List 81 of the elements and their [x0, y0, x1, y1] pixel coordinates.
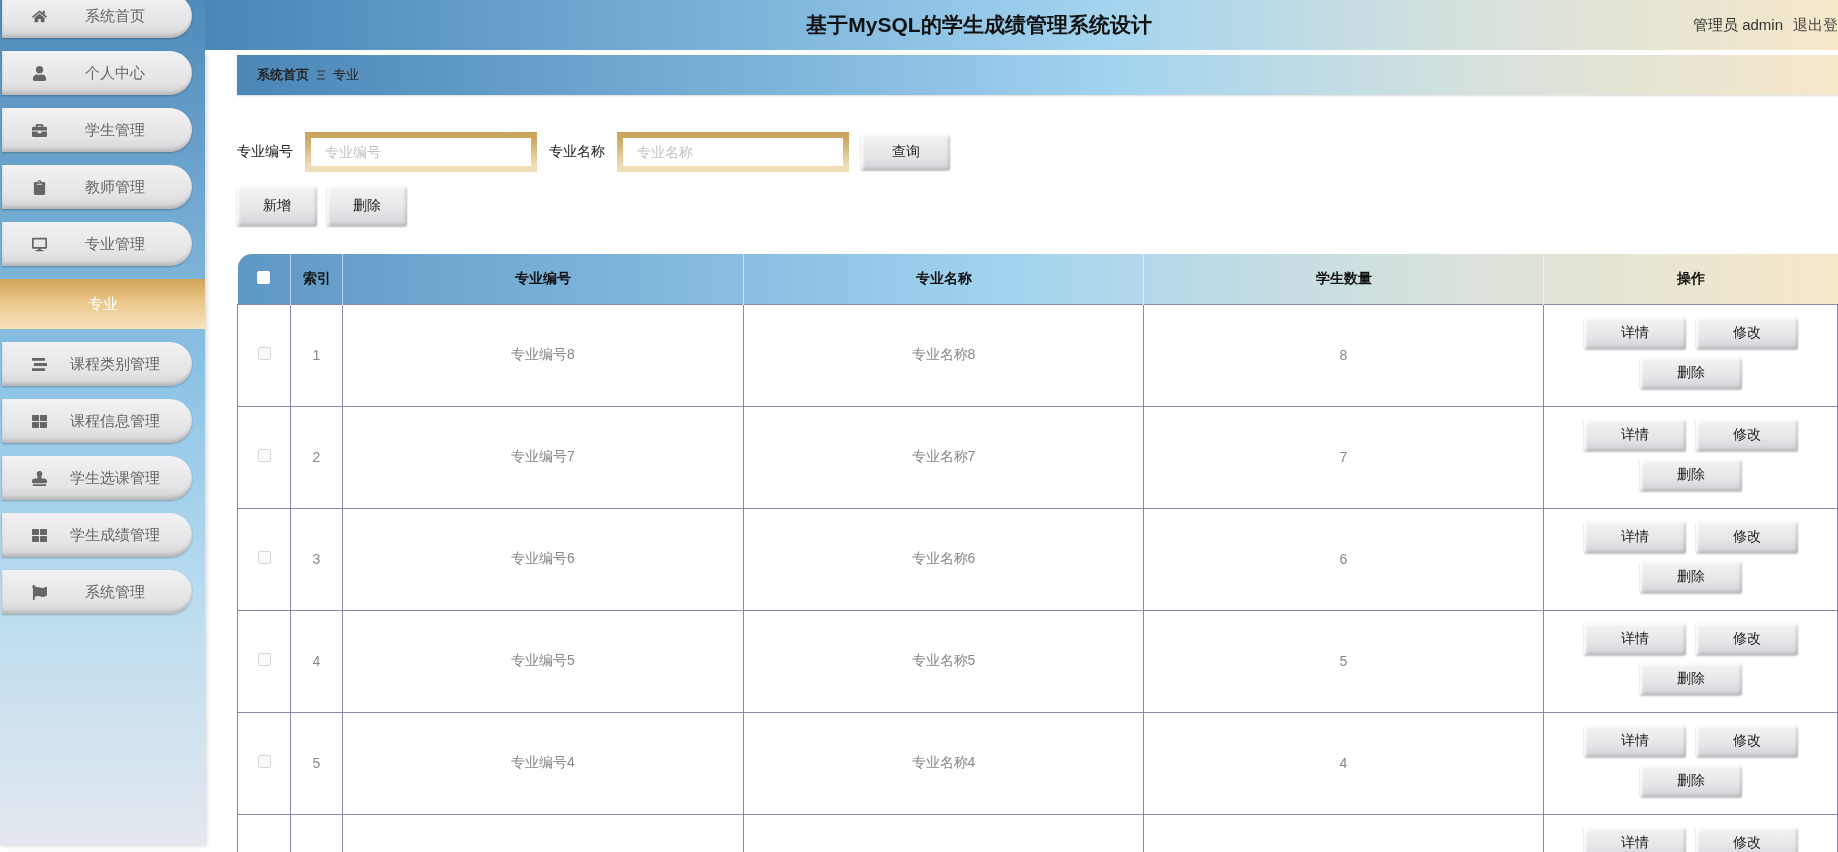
delete-button[interactable]: 删除 [1639, 662, 1742, 695]
clipboard-icon [32, 179, 47, 195]
breadcrumb-current: 专业 [333, 66, 359, 84]
grid-icon [32, 413, 47, 429]
separator-icon [317, 70, 325, 80]
home-icon [32, 8, 47, 24]
sidebar-item[interactable]: 学生管理 [2, 108, 192, 152]
code-cell: 专业编号5 [511, 652, 575, 668]
edit-button[interactable]: 修改 [1695, 316, 1798, 349]
sidebar-item[interactable]: 系统管理 [2, 570, 192, 614]
code-cell: 专业编号6 [511, 550, 575, 566]
name-cell: 专业名称6 [911, 550, 976, 566]
delete-button[interactable]: 删除 [1639, 560, 1742, 593]
code-cell: 专业编号8 [511, 346, 575, 362]
edit-button[interactable]: 修改 [1695, 520, 1798, 553]
filter-input[interactable]: 专业名称 [617, 132, 849, 172]
sidebar-item[interactable]: 学生选课管理 [2, 456, 192, 500]
row-checkbox[interactable] [257, 449, 271, 462]
name-cell: 专业名称4 [911, 754, 976, 770]
detail-button[interactable]: 详情 [1583, 316, 1686, 349]
user-label: 管理员 admin [1692, 15, 1783, 35]
column-header: 专业编号 [342, 254, 744, 304]
monitor-icon [32, 236, 47, 252]
name-cell: 专业名称8 [911, 346, 976, 362]
stamp-icon [32, 470, 47, 486]
delete-button[interactable]: 删除 [327, 186, 407, 226]
row-checkbox[interactable] [257, 551, 271, 564]
name-cell: 专业名称5 [911, 652, 976, 668]
grid-icon [32, 527, 47, 543]
detail-button[interactable]: 详情 [1583, 826, 1686, 852]
count-cell: 8 [1339, 347, 1348, 363]
sidebar-item[interactable]: 课程信息管理 [2, 399, 192, 443]
app-title: 基于MySQL的学生成绩管理系统设计 [805, 12, 1153, 38]
column-header: 索引 [290, 254, 343, 304]
column-header: 学生数量 [1143, 254, 1544, 304]
detail-button[interactable]: 详情 [1583, 724, 1686, 757]
count-cell: 6 [1339, 551, 1348, 567]
delete-button[interactable]: 删除 [1639, 356, 1742, 389]
sidebar-item[interactable]: 教师管理 [2, 165, 192, 209]
sidebar-item[interactable]: 专业管理 [2, 222, 192, 266]
search-button[interactable]: 查询 [861, 134, 950, 170]
index-cell: 4 [312, 653, 321, 669]
index-cell: 2 [312, 449, 321, 465]
count-cell: 5 [1339, 653, 1348, 669]
filter-label: 专业编号 [237, 143, 293, 161]
row-checkbox[interactable] [257, 347, 271, 360]
filter-input[interactable]: 专业编号 [305, 132, 537, 172]
row-checkbox[interactable] [257, 653, 271, 666]
count-cell: 7 [1339, 449, 1348, 465]
user-icon [32, 65, 47, 81]
edit-button[interactable]: 修改 [1695, 826, 1798, 852]
row-checkbox[interactable] [257, 755, 271, 768]
detail-button[interactable]: 详情 [1583, 418, 1686, 451]
flag-icon [32, 584, 47, 600]
column-header: 专业名称 [743, 254, 1144, 304]
breadcrumb-home-link[interactable]: 系统首页 [257, 66, 309, 84]
code-cell: 专业编号4 [511, 754, 575, 770]
delete-button[interactable]: 删除 [1639, 458, 1742, 491]
add-button[interactable]: 新增 [237, 186, 317, 226]
column-header: 操作 [1543, 254, 1838, 304]
edit-button[interactable]: 修改 [1695, 724, 1798, 757]
code-cell: 专业编号7 [511, 448, 575, 464]
edit-button[interactable]: 修改 [1695, 418, 1798, 451]
detail-button[interactable]: 详情 [1583, 622, 1686, 655]
delete-button[interactable]: 删除 [1639, 764, 1742, 797]
sidebar-item[interactable]: 个人中心 [2, 51, 192, 95]
sidebar-item[interactable]: 课程类别管理 [2, 342, 192, 386]
sidebar-item[interactable]: 学生成绩管理 [2, 513, 192, 557]
sidebar-item[interactable]: 系统首页 [2, 0, 192, 38]
logout-link[interactable]: 退出登 [1793, 15, 1838, 35]
detail-button[interactable]: 详情 [1583, 520, 1686, 553]
list-icon [32, 356, 47, 372]
index-cell: 1 [312, 347, 321, 363]
index-cell: 5 [312, 755, 321, 771]
edit-button[interactable]: 修改 [1695, 622, 1798, 655]
briefcase-icon [32, 122, 47, 138]
name-cell: 专业名称7 [911, 448, 976, 464]
filter-label: 专业名称 [549, 143, 605, 161]
index-cell: 3 [312, 551, 321, 567]
select-all-checkbox[interactable] [257, 270, 271, 284]
count-cell: 4 [1339, 755, 1348, 771]
